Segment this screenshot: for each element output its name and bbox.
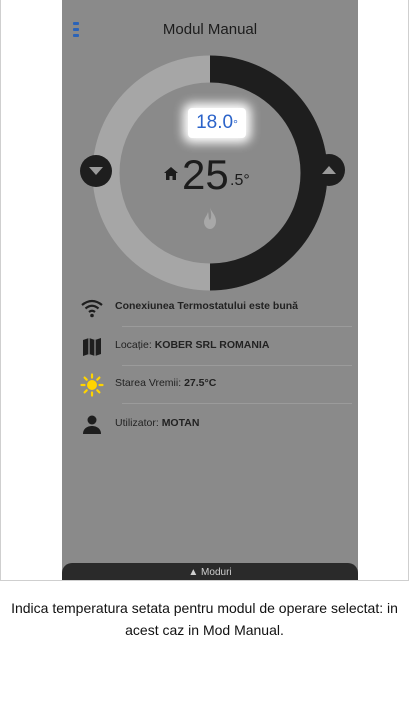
phone-screen: Modul Manual 18.0° 25 .5° Conexiunea Ter… bbox=[62, 0, 358, 580]
weather-row: Starea Vremii: 27.5°C bbox=[80, 373, 340, 397]
setpoint-value: 18.0 bbox=[196, 112, 234, 133]
user-text: Utilizator: MOTAN bbox=[115, 417, 200, 429]
divider bbox=[122, 365, 352, 366]
setpoint-unit: ° bbox=[233, 117, 238, 131]
caption-divider bbox=[0, 580, 409, 581]
chevron-down-icon bbox=[89, 167, 103, 175]
modes-bar-button[interactable]: ▲ Moduri bbox=[62, 563, 358, 580]
weather-text: Starea Vremii: 27.5°C bbox=[115, 377, 217, 389]
sun-icon bbox=[80, 373, 104, 397]
screenshot-frame: Modul Manual 18.0° 25 .5° Conexiunea Ter… bbox=[0, 0, 409, 723]
current-temp-decimal: .5° bbox=[230, 172, 250, 189]
left-border bbox=[0, 0, 1, 580]
chevron-up-icon bbox=[322, 166, 336, 174]
home-icon bbox=[164, 167, 178, 180]
wifi-icon bbox=[81, 299, 103, 318]
location-row: Locație: KOBER SRL ROMANIA bbox=[80, 335, 340, 359]
divider bbox=[122, 326, 352, 327]
decrease-temp-button[interactable] bbox=[80, 155, 112, 187]
location-text: Locație: KOBER SRL ROMANIA bbox=[115, 339, 270, 351]
connection-status-text: Conexiunea Termostatului este bună bbox=[115, 300, 299, 312]
setpoint-temperature: 18.0° bbox=[188, 108, 246, 138]
map-icon bbox=[83, 338, 101, 356]
person-icon bbox=[83, 415, 101, 434]
flame-icon bbox=[204, 207, 216, 229]
connection-status-row: Conexiunea Termostatului este bună bbox=[80, 296, 340, 320]
divider bbox=[122, 403, 352, 404]
page-title: Modul Manual bbox=[162, 21, 258, 38]
increase-temp-button[interactable] bbox=[313, 154, 345, 186]
user-row: Utilizator: MOTAN bbox=[80, 413, 340, 437]
caption-text: Indica temperatura setata pentru modul d… bbox=[11, 600, 398, 638]
current-temp-integer: 25 bbox=[182, 151, 229, 198]
